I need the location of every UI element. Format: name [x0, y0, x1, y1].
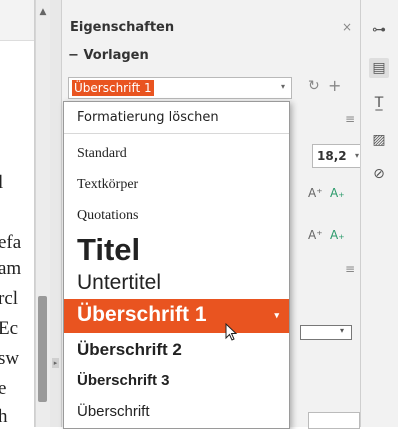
dropdown-item-subtitle[interactable]: Untertitel [64, 271, 289, 295]
shrink-font-icon[interactable]: A₊ [330, 186, 345, 200]
document-text: h [0, 406, 8, 427]
more-options-icon[interactable]: ≡ [345, 112, 355, 126]
dropdown-item-heading-2[interactable]: Überschrift 2 [64, 340, 289, 360]
document-text: Ec [0, 318, 19, 339]
scroll-up-icon[interactable]: ▲ [37, 6, 49, 18]
mouse-cursor-icon [225, 323, 238, 341]
dropdown-item-heading-3[interactable]: Überschrift 3 [64, 372, 289, 389]
dropdown-item-quotations[interactable]: Quotations [64, 208, 289, 224]
new-style-icon[interactable]: + [328, 76, 341, 95]
document-area[interactable]: l efa am rcl Ec sw e h [0, 0, 35, 427]
dropdown-item-title[interactable]: Titel [64, 232, 289, 268]
spin-field[interactable] [308, 412, 360, 429]
dropdown-item-heading-1[interactable]: Überschrift 1 ▾ [64, 299, 289, 333]
line-style-swatch[interactable] [300, 325, 352, 340]
chevron-down-icon[interactable]: ▾ [274, 299, 279, 331]
document-text: am [0, 258, 22, 279]
collapse-arrow-icon[interactable]: ▸ [52, 358, 59, 368]
grow-font-icon[interactable]: A⁺ [308, 186, 323, 200]
document-text: sw [0, 348, 20, 369]
styles-icon[interactable]: T̲ [369, 93, 389, 113]
navigator-icon[interactable]: ⊘ [369, 164, 389, 184]
document-text: l [0, 172, 3, 194]
ruler [0, 0, 34, 41]
gallery-icon[interactable]: ▨ [369, 130, 389, 150]
more-options-icon[interactable]: ≡ [345, 262, 355, 276]
style-dropdown-list[interactable]: Formatierung löschen Standard Textkörper… [63, 101, 290, 429]
scrollbar-thumb[interactable] [38, 296, 47, 402]
grow-font-icon[interactable]: A⁺ [308, 228, 323, 242]
dropdown-item-clear-formatting[interactable]: Formatierung löschen [64, 102, 289, 134]
panel-title: Eigenschaften [70, 20, 175, 35]
shrink-font-icon[interactable]: A₊ [330, 228, 345, 242]
font-size-field[interactable]: 18,2 ▾ [312, 144, 364, 168]
vertical-scrollbar[interactable]: ▲ [35, 0, 51, 427]
styles-section-header[interactable]: − Vorlagen [68, 48, 149, 63]
document-text: e [0, 378, 6, 400]
properties-icon[interactable]: ▤ [369, 58, 389, 78]
paragraph-style-select[interactable]: Überschrift 1 ▾ [68, 77, 292, 99]
dropdown-item-label: Überschrift 1 [77, 303, 207, 326]
update-style-icon[interactable]: ↻ [308, 78, 320, 94]
close-icon[interactable]: × [342, 20, 352, 34]
sidebar-tabbar: ⊶ ▤ T̲ ▨ ⊘ [360, 0, 398, 427]
section-label: Vorlagen [83, 48, 149, 63]
sidebar-collapse-handle[interactable]: ▸ [50, 0, 62, 427]
paragraph-style-value[interactable]: Überschrift 1 [72, 80, 154, 96]
dropdown-item-text-body[interactable]: Textkörper [64, 177, 289, 193]
document-text: efa [0, 232, 22, 253]
sliders-icon[interactable]: ⊶ [369, 20, 389, 40]
collapse-minus-icon[interactable]: − [68, 48, 79, 63]
document-text: rcl [0, 288, 19, 309]
dropdown-item-standard[interactable]: Standard [64, 146, 289, 162]
font-size-value[interactable]: 18,2 [317, 149, 347, 163]
dropdown-item-heading[interactable]: Überschrift [64, 403, 289, 420]
chevron-down-icon[interactable]: ▾ [340, 326, 344, 335]
chevron-down-icon[interactable]: ▾ [355, 151, 359, 160]
chevron-down-icon[interactable]: ▾ [281, 82, 285, 91]
